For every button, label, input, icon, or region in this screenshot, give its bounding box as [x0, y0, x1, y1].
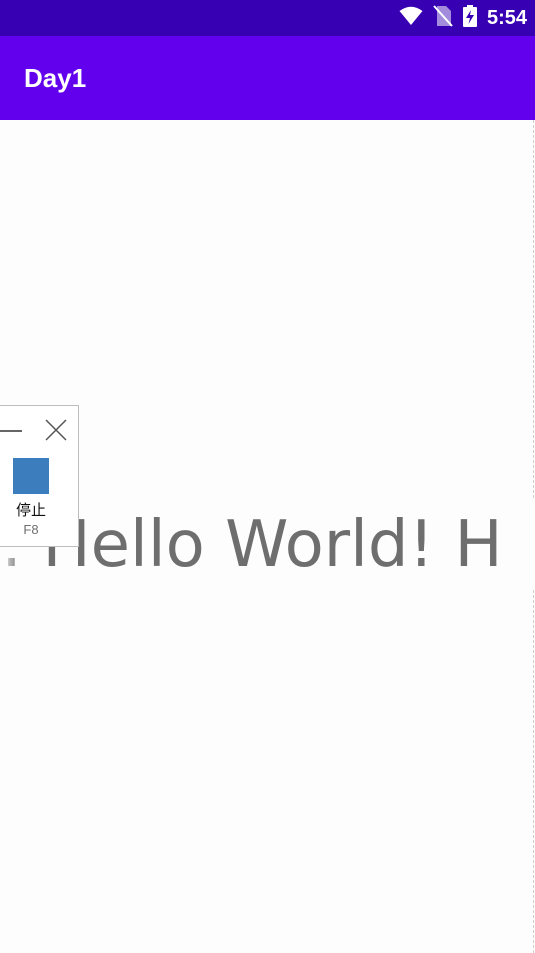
main-content: d: Hello World! H — [0, 120, 535, 953]
stop-button-label[interactable]: 停止 — [0, 500, 71, 520]
status-time: 5:54 — [486, 7, 527, 29]
app-title: Day1 — [24, 63, 87, 93]
status-icons: 5:54 — [399, 5, 527, 31]
fade-right — [495, 500, 535, 590]
stop-shortcut-label: F8 — [23, 522, 39, 537]
marquee-container: d: Hello World! H — [0, 500, 535, 590]
floating-control-panel[interactable]: 停止 F8 — [0, 405, 79, 547]
close-icon[interactable] — [43, 417, 69, 443]
no-sim-icon — [433, 5, 453, 31]
wifi-icon — [399, 6, 423, 30]
status-bar: 5:54 — [0, 0, 535, 36]
battery-charging-icon — [462, 5, 477, 31]
minimize-icon[interactable] — [0, 419, 23, 437]
app-bar: Day1 — [0, 36, 535, 120]
stop-button-icon[interactable] — [13, 458, 49, 494]
